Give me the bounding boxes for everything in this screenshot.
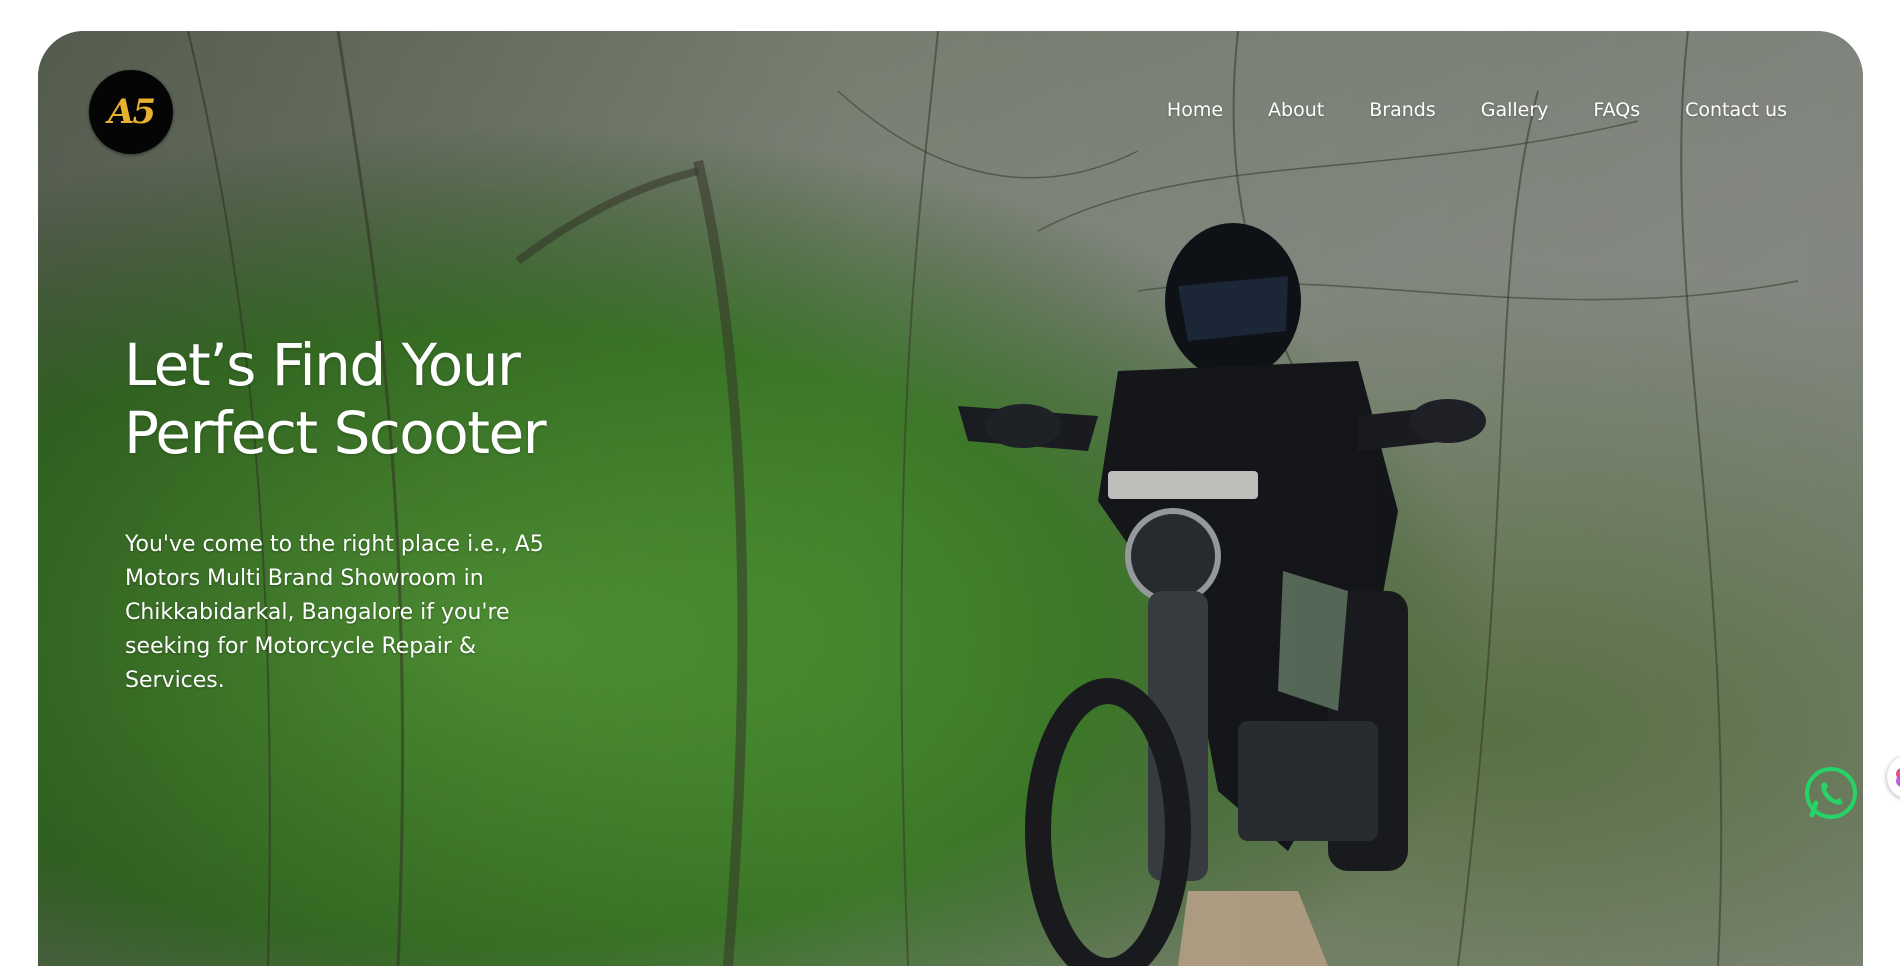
hero-background-image — [38, 31, 1863, 966]
nav-contact-us[interactable]: Contact us — [1685, 99, 1787, 121]
hero-headline-line-1: Let’s Find Your — [124, 331, 521, 399]
hero-headline: Let’s Find Your Perfect Scooter — [124, 331, 684, 467]
nav-about[interactable]: About — [1268, 99, 1324, 121]
main-nav: Home About Brands Gallery FAQs Contact u… — [1122, 99, 1787, 121]
assistant-side-widget[interactable] — [1887, 755, 1900, 799]
whatsapp-icon — [1805, 767, 1857, 819]
nav-faqs[interactable]: FAQs — [1593, 99, 1640, 121]
hero-description: You've come to the right place i.e., A5 … — [125, 532, 544, 693]
whatsapp-button[interactable] — [1803, 765, 1859, 821]
nav-brands[interactable]: Brands — [1369, 99, 1436, 121]
logo-text: A5 — [107, 92, 156, 132]
brain-icon — [1896, 768, 1900, 787]
brand-logo[interactable]: A5 — [89, 70, 173, 154]
nav-gallery[interactable]: Gallery — [1481, 99, 1549, 121]
hero-section: A5 Home About Brands Gallery FAQs Contac… — [38, 31, 1863, 966]
nav-home[interactable]: Home — [1167, 99, 1223, 121]
hero-headline-line-2: Perfect Scooter — [124, 399, 547, 467]
